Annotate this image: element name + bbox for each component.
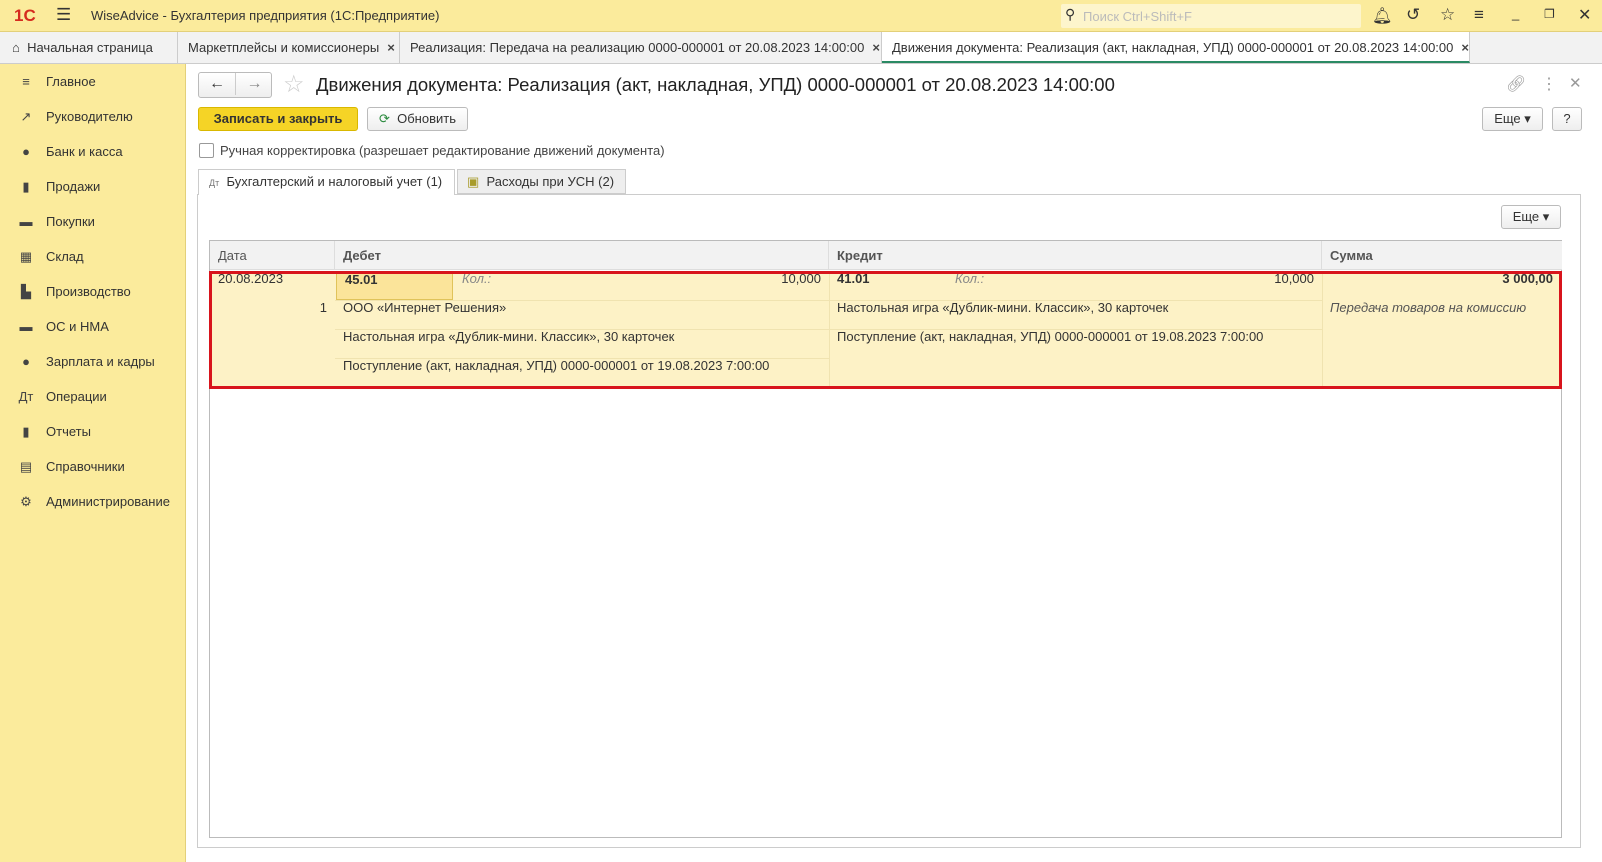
refresh-icon: ⟳ bbox=[378, 111, 390, 126]
sidebar-item-label: ОС и НМА bbox=[46, 319, 109, 334]
search-icon: ⚲ bbox=[1065, 6, 1076, 22]
page-title: Движения документа: Реализация (акт, нак… bbox=[316, 74, 1115, 95]
app-title: WiseAdvice - Бухгалтерия предприятия (1С… bbox=[91, 8, 440, 23]
sidebar-item-label: Руководителю bbox=[46, 109, 133, 124]
sidebar-item-label: Покупки bbox=[46, 214, 95, 229]
dt-kt-icon: Дт bbox=[209, 178, 220, 188]
sidebar-item-10[interactable]: ▮ Отчеты bbox=[0, 417, 186, 447]
link-icon[interactable]: 🔗︎ bbox=[1506, 74, 1526, 94]
close-tab-icon[interactable]: × bbox=[1461, 40, 1469, 55]
close-tab-icon[interactable]: × bbox=[387, 40, 395, 55]
sidebar-icon: ▤ bbox=[19, 459, 33, 474]
close-window-icon[interactable]: ✕ bbox=[1578, 5, 1591, 25]
sidebar-item-label: Продажи bbox=[46, 179, 101, 194]
highlight-frame bbox=[209, 271, 1562, 389]
sidebar-item-label: Главное bbox=[46, 74, 96, 89]
sidebar-item-label: Производство bbox=[46, 284, 131, 299]
header-credit[interactable]: Кредит bbox=[829, 241, 1322, 270]
sidebar-item-12[interactable]: ⚙ Администрирование bbox=[0, 487, 186, 517]
filter-icon[interactable]: ≡ bbox=[1474, 5, 1484, 25]
header-debit[interactable]: Дебет bbox=[335, 241, 829, 270]
restore-icon[interactable]: ❐ bbox=[1544, 7, 1555, 21]
more-button[interactable]: Еще ▾ bbox=[1482, 107, 1543, 131]
header-sum[interactable]: Сумма bbox=[1322, 241, 1562, 270]
tab-document-movements[interactable]: Движения документа: Реализация (акт, нак… bbox=[882, 32, 1470, 63]
sidebar-item-label: Администрирование bbox=[46, 494, 170, 509]
sidebar-item-5[interactable]: ▦ Склад bbox=[0, 242, 186, 272]
tab-label: Начальная страница bbox=[27, 40, 153, 55]
title-bar: 1С ☰ WiseAdvice - Бухгалтерия предприяти… bbox=[0, 0, 1602, 32]
sidebar-item-1[interactable]: ↗ Руководителю bbox=[0, 102, 186, 132]
sidebar-icon: ▬ bbox=[19, 319, 33, 334]
panel-more-button[interactable]: Еще ▾ bbox=[1501, 205, 1561, 229]
sidebar-icon: ⚙ bbox=[20, 494, 32, 509]
close-tab-icon[interactable]: × bbox=[872, 40, 880, 55]
sidebar-item-2[interactable]: ● Банк и касса bbox=[0, 137, 186, 167]
header-date[interactable]: Дата bbox=[210, 241, 335, 270]
sidebar-item-label: Зарплата и кадры bbox=[46, 354, 155, 369]
register-icon: ▣ bbox=[467, 174, 480, 189]
forward-button[interactable]: → bbox=[236, 73, 273, 95]
sidebar-item-label: Операции bbox=[46, 389, 107, 404]
sidebar-item-8[interactable]: ● Зарплата и кадры bbox=[0, 347, 186, 377]
close-form-icon[interactable]: ✕ bbox=[1569, 74, 1582, 92]
tab-marketplaces[interactable]: Маркетплейсы и комиссионеры × bbox=[178, 32, 400, 63]
sidebar-item-7[interactable]: ▬ ОС и НМА bbox=[0, 312, 186, 342]
search-placeholder: Поиск Ctrl+Shift+F bbox=[1083, 9, 1192, 24]
minimize-icon[interactable]: _ bbox=[1512, 6, 1519, 21]
star-icon[interactable]: ☆ bbox=[1440, 5, 1455, 25]
tab-home[interactable]: ⌂ Начальная страница bbox=[0, 32, 178, 63]
table-header: Дата Дебет Кредит Сумма bbox=[210, 241, 1562, 270]
sidebar-icon: Дт bbox=[18, 389, 34, 404]
tab-bar: ⌂ Начальная страница Маркетплейсы и коми… bbox=[0, 32, 1602, 64]
bell-icon[interactable]: 🔔︎ bbox=[1372, 6, 1392, 26]
sidebar-item-11[interactable]: ▤ Справочники bbox=[0, 452, 186, 482]
tab-accounting[interactable]: Дт Бухгалтерский и налоговый учет (1) bbox=[198, 169, 455, 195]
nav-buttons: ← → bbox=[198, 72, 272, 98]
sidebar-icon: ● bbox=[22, 354, 30, 369]
home-icon: ⌂ bbox=[12, 40, 20, 55]
save-close-button[interactable]: Записать и закрыть bbox=[198, 107, 358, 131]
search-input[interactable]: ⚲ Поиск Ctrl+Shift+F bbox=[1061, 4, 1361, 28]
sidebar-item-4[interactable]: ▬ Покупки bbox=[0, 207, 186, 237]
sidebar-icon: ≡ bbox=[22, 74, 30, 89]
sidebar-item-6[interactable]: ▙ Производство bbox=[0, 277, 186, 307]
refresh-button[interactable]: ⟳ Обновить bbox=[367, 107, 468, 131]
tab-realization[interactable]: Реализация: Передача на реализацию 0000-… bbox=[400, 32, 882, 63]
tab-label: Движения документа: Реализация (акт, нак… bbox=[892, 40, 1454, 55]
sidebar-item-label: Банк и касса bbox=[46, 144, 123, 159]
sidebar-icon: ▙ bbox=[21, 284, 31, 299]
tab-label: Маркетплейсы и комиссионеры bbox=[188, 40, 380, 55]
tab-label: Расходы при УСН (2) bbox=[486, 174, 615, 189]
help-button[interactable]: ? bbox=[1552, 107, 1582, 131]
sidebar-item-label: Отчеты bbox=[46, 424, 91, 439]
sidebar-item-3[interactable]: ▮ Продажи bbox=[0, 172, 186, 202]
movements-table: Дата Дебет Кредит Сумма 20.08.2023 1 45.… bbox=[209, 240, 1562, 838]
sidebar-item-9[interactable]: Дт Операции bbox=[0, 382, 186, 412]
more-label: Еще bbox=[1494, 111, 1521, 126]
manual-correction-label[interactable]: Ручная корректировка (разрешает редактир… bbox=[220, 143, 665, 158]
sidebar-item-label: Склад bbox=[46, 249, 84, 264]
tab-usn-expenses[interactable]: ▣ Расходы при УСН (2) bbox=[457, 169, 626, 194]
sidebar-icon: ▬ bbox=[19, 214, 33, 229]
sidebar-icon: ▮ bbox=[22, 179, 30, 194]
more-label: Еще bbox=[1512, 209, 1540, 224]
manual-correction-checkbox[interactable] bbox=[199, 143, 214, 158]
refresh-label: Обновить bbox=[397, 111, 456, 126]
tab-label: Бухгалтерский и налоговый учет (1) bbox=[226, 174, 443, 189]
sidebar-item-label: Справочники bbox=[46, 459, 125, 474]
1c-logo: 1С bbox=[14, 6, 36, 25]
sidebar-icon: ● bbox=[22, 144, 30, 159]
back-button[interactable]: ← bbox=[199, 73, 236, 95]
more-vert-icon[interactable]: ⋮ bbox=[1541, 74, 1557, 94]
sidebar-icon: ↗ bbox=[20, 109, 32, 124]
menu-icon[interactable]: ☰ bbox=[56, 5, 71, 25]
tab-label: Реализация: Передача на реализацию 0000-… bbox=[410, 40, 865, 55]
history-icon[interactable]: ↺ bbox=[1406, 5, 1420, 25]
sidebar: ≡ Главное ↗ Руководителю ● Банк и касса ▮ Прода… bbox=[0, 64, 186, 862]
sidebar-icon: ▮ bbox=[22, 424, 30, 439]
sidebar-item-0[interactable]: ≡ Главное bbox=[0, 67, 186, 97]
favorite-star-icon[interactable]: ☆ bbox=[283, 70, 305, 99]
sidebar-icon: ▦ bbox=[19, 249, 33, 264]
